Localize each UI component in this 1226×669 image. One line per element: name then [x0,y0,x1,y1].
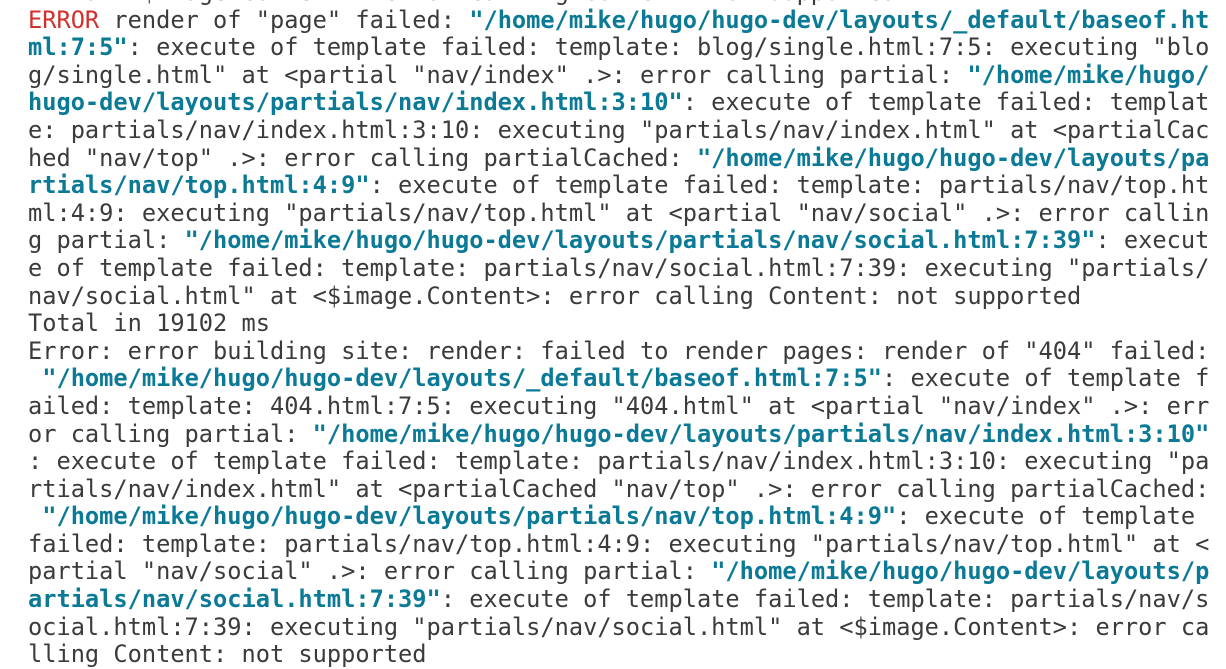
terminal-line: lling Content: not supported [28,641,1210,669]
file-path-link[interactable]: hugo-dev/layouts/partials/nav/index.html… [28,89,683,116]
log-text: render of "page" failed: [99,6,470,34]
terminal-line: ml:7:5": execute of template failed: tem… [28,34,1210,62]
file-path-link[interactable]: "/home/mike/hugo/ [967,62,1209,89]
terminal-line: hed "nav/top" .>: error calling partialC… [28,145,1210,173]
file-path-link[interactable]: "/home/mike/hugo/hugo-dev/layouts/partia… [313,421,1210,448]
terminal-output: ml" at <$image.Content>: error calling C… [28,0,1210,669]
log-text: rtials/nav/index.html" at <partialCached… [28,475,1210,503]
log-text: ml" at <$image.Content>: error calling C… [28,0,896,6]
terminal-line: rtials/nav/index.html" at <partialCached… [28,476,1210,504]
log-text: Error: error building site: render: fail… [28,337,1210,365]
terminal-line: ocial.html:7:39: executing "partials/nav… [28,614,1210,642]
file-path-link[interactable]: ml:7:5" [28,34,128,61]
log-text: : execute of template f [881,365,1210,393]
terminal-line: hugo-dev/layouts/partials/nav/index.html… [28,89,1210,117]
terminal-line: Total in 19102 ms [28,310,1210,338]
log-text: ml:4:9: executing "partials/nav/top.html… [28,199,1210,227]
log-text: partial "nav/social" .>: error calling p… [28,558,712,586]
terminal-line: e: partials/nav/index.html:3:10: executi… [28,117,1210,145]
terminal-line: : execute of template failed: template: … [28,448,1210,476]
log-text: ailed: template: 404.html:7:5: executing… [28,392,1210,420]
terminal-line: ml:4:9: executing "partials/nav/top.html… [28,200,1210,228]
terminal-line: "/home/mike/hugo/hugo-dev/layouts/partia… [28,503,1210,531]
log-text: g partial: [28,227,185,255]
log-text: : execute of template failed: template: … [127,34,1210,62]
terminal-line: e of template failed: template: partials… [28,255,1210,283]
file-path-link[interactable]: "/home/mike/hugo/hugo-dev/layouts/_defau… [42,365,882,392]
file-path-link[interactable]: "/home/mike/hugo/hugo-dev/layouts/partia… [42,503,896,530]
terminal-line: or calling partial: "/home/mike/hugo/hug… [28,421,1210,449]
error-label: ERROR [28,6,100,34]
log-text: Total in 19102 ms [28,310,270,338]
terminal-line: g/single.html" at <partial "nav/index" .… [28,62,1210,90]
log-text: : execute of template [896,503,1210,531]
log-text: : execute of template failed: template: … [440,586,1210,614]
terminal-line: Error: error building site: render: fail… [28,338,1210,366]
log-text: g/single.html" at <partial "nav/index" .… [28,61,968,89]
log-text: : execute of template failed: template: … [28,448,1210,476]
file-path-link[interactable]: "/home/mike/hugo/hugo-dev/layouts/_defau… [469,7,1209,34]
file-path-link[interactable]: "/home/mike/hugo/hugo-dev/layouts/pa [697,145,1209,172]
file-path-link[interactable]: "/home/mike/hugo/hugo-dev/layouts/p [711,558,1209,585]
log-text: e of template failed: template: partials… [28,254,1210,282]
log-text: failed: template: partials/nav/top.html:… [28,530,1210,558]
log-text: nav/social.html" at <$image.Content>: er… [28,282,1082,310]
terminal-line: artials/nav/social.html:7:39": execute o… [28,586,1210,614]
file-path-link[interactable]: artials/nav/social.html:7:39" [28,586,441,613]
terminal-line: rtials/nav/top.html:4:9": execute of tem… [28,172,1210,200]
log-text: or calling partial: [28,420,313,448]
log-text: : execut [1095,227,1210,255]
log-text: : execute of template failed: template: … [369,172,1210,200]
log-text: lling Content: not supported [28,641,427,669]
terminal-line: ERROR render of "page" failed: "/home/mi… [28,7,1210,35]
terminal-line: g partial: "/home/mike/hugo/hugo-dev/lay… [28,227,1210,255]
log-text: hed "nav/top" .>: error calling partialC… [28,144,697,172]
terminal-line: ailed: template: 404.html:7:5: executing… [28,393,1210,421]
log-text: e: partials/nav/index.html:3:10: executi… [28,116,1210,144]
log-text: : execute of template failed: templat [682,89,1210,117]
terminal-line: nav/social.html" at <$image.Content>: er… [28,283,1210,311]
terminal-line: "/home/mike/hugo/hugo-dev/layouts/_defau… [28,365,1210,393]
terminal-line: failed: template: partials/nav/top.html:… [28,531,1210,559]
log-text: ocial.html:7:39: executing "partials/nav… [28,613,1210,641]
terminal-line: ml" at <$image.Content>: error calling C… [28,0,1210,7]
file-path-link[interactable]: "/home/mike/hugo/hugo-dev/layouts/partia… [185,227,1096,254]
terminal-line: partial "nav/social" .>: error calling p… [28,558,1210,586]
file-path-link[interactable]: rtials/nav/top.html:4:9" [28,172,370,199]
